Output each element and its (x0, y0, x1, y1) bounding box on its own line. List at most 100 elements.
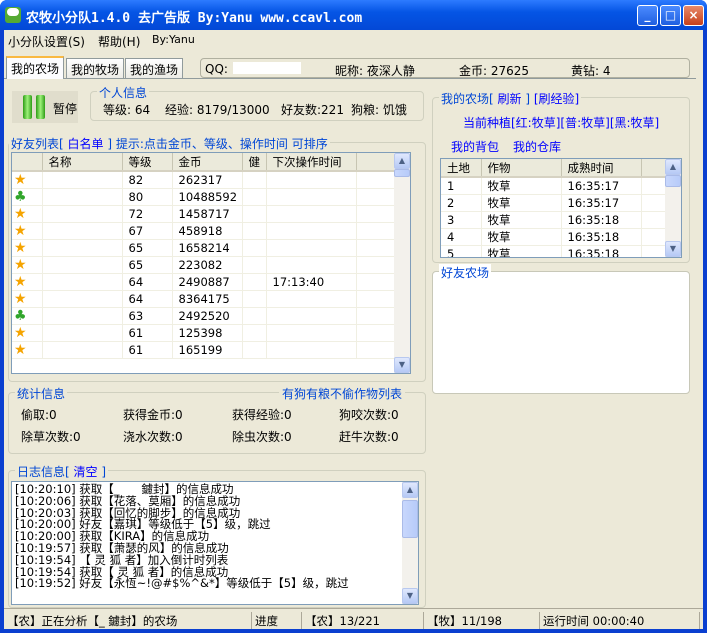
menu-help[interactable]: 帮助(H) (98, 33, 140, 50)
status-bar: 【农】正在分析【_ 鑢封】的农场 进度 【农】13/221 【牧】11/198 … (4, 608, 703, 629)
land-table[interactable]: 土地 作物 成熟时间 1 牧草 16:35:17 2 牧草 16:35:17 3 牧草 16:3… (440, 158, 682, 258)
friend-row[interactable]: ★ 64 2490887 17:13:40 (12, 273, 396, 291)
land-row[interactable]: 5 牧草 16:35:18 (441, 245, 667, 257)
friend-health (242, 239, 267, 257)
scroll-up-icon[interactable]: ▲ (394, 153, 410, 169)
land-scrollbar[interactable]: ▲ ▼ (665, 159, 681, 257)
col-crop[interactable]: 作物 (481, 159, 562, 178)
pause-button[interactable]: 暂停 (12, 91, 78, 123)
backpack-link[interactable]: 我的背包 (451, 138, 499, 155)
scroll-up-icon[interactable]: ▲ (402, 482, 418, 498)
friend-next-time (266, 171, 357, 189)
friend-next-time (266, 222, 357, 240)
friend-list-table[interactable]: 名称 等级 金币 健 下次操作时间 ★ 82 262317 ♣ 80 10488592 ★ 7… (11, 152, 411, 374)
scroll-down-icon[interactable]: ▼ (665, 241, 681, 257)
friend-gold: 1458717 (172, 205, 243, 223)
friend-row[interactable]: ★ 67 458918 (12, 222, 396, 240)
stat-water: 浇水次数:0 (123, 430, 183, 444)
land-row[interactable]: 4 牧草 16:35:18 (441, 228, 667, 246)
friend-level: 67 (122, 222, 173, 240)
land-ripe-time: 16:35:18 (561, 245, 642, 257)
col-health[interactable]: 健 (242, 153, 267, 172)
status-ranch-progress: 【牧】11/198 (424, 612, 540, 629)
close-button[interactable]: × (683, 5, 704, 26)
scroll-thumb[interactable] (665, 175, 681, 187)
menu-settings[interactable]: 小分队设置(S) (8, 33, 85, 50)
friend-level: 72 (122, 205, 173, 223)
friend-gold: 8364175 (172, 290, 243, 308)
friend-next-time: 17:13:40 (266, 273, 357, 291)
friend-list-legend: 好友列表[ 白名单 ] 提示:点击金币、等级、操作时间 可排序 (9, 135, 330, 152)
scroll-thumb[interactable] (394, 169, 410, 177)
tab-my-ranch[interactable]: 我的牧场 (66, 58, 125, 78)
sort-hint: 提示:点击金币、等级、操作时间 可排序 (115, 137, 328, 151)
tab-my-farm[interactable]: 我的农场 (6, 56, 65, 79)
friend-name (42, 290, 123, 308)
col-level[interactable]: 等级 (122, 153, 173, 172)
stat-cow: 赶牛次数:0 (339, 430, 399, 444)
land-row[interactable]: 3 牧草 16:35:18 (441, 211, 667, 229)
friend-level: 64 (122, 290, 173, 308)
dog-food: 狗粮: 饥饿 (351, 103, 407, 117)
land-number: 1 (441, 177, 482, 195)
refresh-link[interactable]: 刷新 (498, 92, 522, 106)
experience: 经验: 8179/13000 (165, 103, 270, 117)
friend-row[interactable]: ♣ 63 2492520 (12, 307, 396, 325)
col-land[interactable]: 土地 (441, 159, 482, 178)
friend-health (242, 290, 267, 308)
friend-row[interactable]: ♣ 80 10488592 (12, 188, 396, 206)
star-icon: ★ (14, 324, 27, 341)
clear-log-link[interactable]: 清空 (74, 465, 98, 479)
friend-health (242, 222, 267, 240)
col-next-time[interactable]: 下次操作时间 (266, 153, 357, 172)
status-runtime: 运行时间 00:00:40 (540, 612, 700, 629)
no-steal-list-link[interactable]: 有狗有粮不偷作物列表 (279, 385, 406, 402)
friend-row[interactable]: ★ 82 262317 (12, 171, 396, 189)
friend-level: 61 (122, 341, 173, 359)
friend-row[interactable]: ★ 72 1458717 (12, 205, 396, 223)
whitelist-link[interactable]: 白名单 (68, 137, 104, 151)
personal-info-group: 个人信息 等级: 64 经验: 8179/13000 好友数:221 狗粮: 饥… (90, 84, 424, 121)
land-row[interactable]: 1 牧草 16:35:17 (441, 177, 667, 195)
scroll-down-icon[interactable]: ▼ (402, 588, 418, 604)
tab-my-fishery[interactable]: 我的渔场 (125, 58, 184, 78)
log-scrollbar[interactable]: ▲ ▼ (402, 482, 418, 604)
land-crop: 牧草 (481, 245, 562, 257)
friend-health (242, 171, 267, 189)
friend-gold: 2490887 (172, 273, 243, 291)
menu-by[interactable]: By:Yanu (152, 33, 195, 46)
scroll-down-icon[interactable]: ▼ (394, 357, 410, 373)
my-farm-group: 我的农场[ 刷新 ] [刷经验] 当前种植[红:牧草][普:牧草][黑:牧草] … (432, 90, 690, 263)
pause-icon-bar (36, 95, 45, 119)
minimize-button[interactable]: _ (637, 5, 658, 26)
friend-list-scrollbar[interactable]: ▲ ▼ (394, 153, 410, 373)
friend-gold: 10488592 (172, 188, 243, 206)
refresh-exp-link[interactable]: [刷经验] (534, 92, 579, 106)
scroll-thumb[interactable] (402, 500, 418, 538)
scroll-up-icon[interactable]: ▲ (665, 159, 681, 175)
col-gold[interactable]: 金币 (172, 153, 243, 172)
col-ripe-time[interactable]: 成熟时间 (561, 159, 642, 178)
stat-dog-bite: 狗咬次数:0 (339, 408, 399, 422)
friend-name (42, 307, 123, 325)
friend-row[interactable]: ★ 61 165199 (12, 341, 396, 359)
friend-next-time (266, 290, 357, 308)
friend-row[interactable]: ★ 65 223082 (12, 256, 396, 274)
friend-level: 63 (122, 307, 173, 325)
friend-row[interactable]: ★ 61 125398 (12, 324, 396, 342)
col-name[interactable]: 名称 (42, 153, 123, 172)
friend-row[interactable]: ★ 65 1658214 (12, 239, 396, 257)
warehouse-link[interactable]: 我的仓库 (513, 138, 561, 155)
log-textbox[interactable]: [10:20:10] 获取【_ 鑢封】的信息成功 [10:20:06] 获取【花落… (11, 481, 419, 605)
friend-farm-group: 好友农场 (432, 264, 690, 394)
status-farm-progress: 【农】13/221 (302, 612, 424, 629)
col-icon[interactable] (12, 153, 43, 172)
maximize-button[interactable]: □ (660, 5, 681, 26)
qq-value (233, 62, 301, 74)
stat-bug: 除虫次数:0 (232, 430, 292, 444)
my-farm-legend: 我的农场[ 刷新 ] [刷经验] (439, 90, 582, 107)
land-crop: 牧草 (481, 177, 562, 195)
friend-row[interactable]: ★ 64 8364175 (12, 290, 396, 308)
friend-name (42, 205, 123, 223)
land-row[interactable]: 2 牧草 16:35:17 (441, 194, 667, 212)
